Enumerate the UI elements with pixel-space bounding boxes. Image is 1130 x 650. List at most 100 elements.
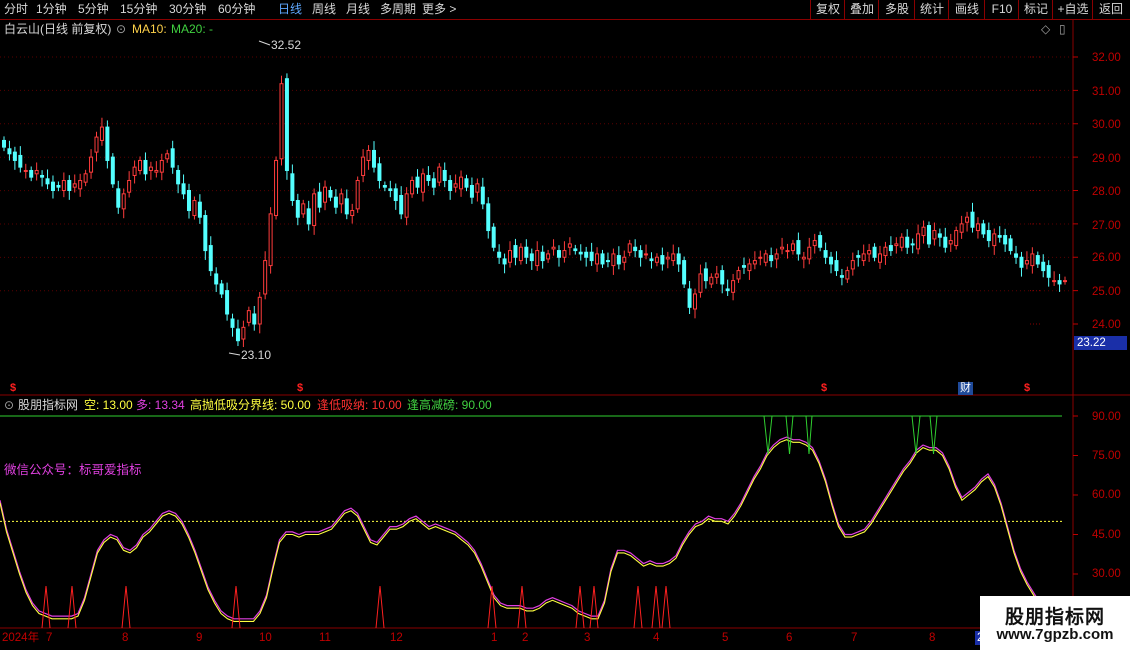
diamond-icon[interactable]: ◇ [1041,22,1050,36]
candle-body [279,83,284,160]
ma20-label: MA20: - [171,22,214,36]
period-tab-15min[interactable]: 15分钟 [120,1,157,18]
candle-body [355,179,360,210]
period-tab-5min[interactable]: 5分钟 [78,1,109,18]
candle-body [959,223,964,233]
candle-body [170,148,175,168]
candle-body [703,268,708,282]
candle-body [67,179,72,192]
period-tab-daily[interactable]: 日线 [278,1,302,18]
candle-body [40,174,45,178]
price-axis-label: 29.00 [1092,153,1121,165]
candle-body [638,250,643,258]
overlay-button[interactable]: 叠加 [844,0,879,19]
duo-line [0,436,1041,620]
period-tab-30min[interactable]: 30分钟 [169,1,206,18]
candle-body [235,328,240,342]
add-watchlist-button[interactable]: +自选 [1052,0,1093,19]
more-menu[interactable]: 更多 > [422,1,456,18]
duo-value: 多: 13.34 [136,398,185,412]
draw-line-button[interactable]: 画线 [948,0,985,19]
candle-body [1035,255,1040,265]
candle-body [268,213,273,267]
low-buy-signal [589,585,599,629]
candle-body [12,151,17,161]
event-mark[interactable]: $ [1024,382,1030,395]
candle-body [453,183,458,188]
settings-icon[interactable]: ⊙ [4,398,14,412]
candle-body [132,166,137,176]
candle-body [567,243,572,248]
candle-body [110,156,115,185]
event-mark[interactable]: $ [10,382,16,395]
candle-body [475,183,480,193]
candle-body [491,226,496,248]
candle-body [263,260,268,295]
candle-body [393,188,398,202]
period-tab-multi[interactable]: 多周期 [380,1,416,18]
candle-body [1008,238,1013,252]
candle-body [611,253,616,267]
candle-body [214,273,219,285]
period-tab-60min[interactable]: 60分钟 [218,1,255,18]
candle-body [1030,253,1035,267]
back-button[interactable]: 返回 [1092,0,1129,19]
candle-body [7,148,12,155]
adjust-button[interactable]: 复权 [810,0,845,19]
indicator-axis-label: 30.00 [1092,568,1121,580]
period-tab-weekly[interactable]: 周线 [312,1,336,18]
date-axis-label: 8 [929,632,936,644]
mark-button[interactable]: 标记 [1018,0,1053,19]
candle-body [56,184,61,188]
high-pointer [258,40,271,46]
period-tab-timeshare[interactable]: 分时 [4,1,28,18]
multi-stock-button[interactable]: 多股 [878,0,915,19]
date-axis-label: 5 [722,632,729,644]
indicator-axis-label: 75.00 [1092,450,1121,462]
finance-event-badge[interactable]: 财 [958,382,973,395]
candle-body [366,149,371,161]
candle-body [382,184,387,188]
candle-body [241,326,246,340]
candle-body [148,166,153,171]
low-buy-signal [651,585,661,629]
statistics-button[interactable]: 统计 [914,0,949,19]
candle-body [301,203,306,215]
candle-body [415,176,420,188]
candle-body [605,260,610,263]
candle-body [192,200,197,217]
high-sell-value: 逢高减磅: 90.00 [407,398,492,412]
candle-body [937,233,942,238]
stock-chart-app: 分时 1分钟 5分钟 15分钟 30分钟 60分钟 日线 周线 月线 多周期 更… [0,0,1130,650]
candle-body [83,173,88,183]
candle-body [459,176,464,190]
candle-body [181,183,186,195]
candle-body [970,211,975,228]
candle-body [660,255,665,265]
candle-body [524,246,529,258]
period-tab-monthly[interactable]: 月线 [346,1,370,18]
candle-body [943,236,948,248]
candle-body [34,169,39,175]
candle-body [230,318,235,328]
price-axis-label: 32.00 [1092,52,1121,64]
chart-canvas[interactable] [0,20,1130,650]
candle-body [763,253,768,263]
chevron-down-icon[interactable]: ⊙ [116,22,126,36]
date-axis-label: 11 [319,632,331,644]
event-mark[interactable]: $ [297,382,303,395]
period-tab-1min[interactable]: 1分钟 [36,1,67,18]
candle-body [99,126,104,141]
candle-body [290,173,295,202]
date-axis-label: 7 [46,632,53,644]
candle-body [176,169,181,185]
candle-body [992,233,997,247]
event-mark[interactable]: $ [821,382,827,395]
candle-body [61,179,66,192]
candle-body [774,253,779,260]
candle-body [165,153,170,160]
candle-body [633,246,638,252]
f10-button[interactable]: F10 [984,0,1019,19]
panel-toggle-icon[interactable]: ▯ [1059,22,1066,36]
candle-body [725,288,730,292]
